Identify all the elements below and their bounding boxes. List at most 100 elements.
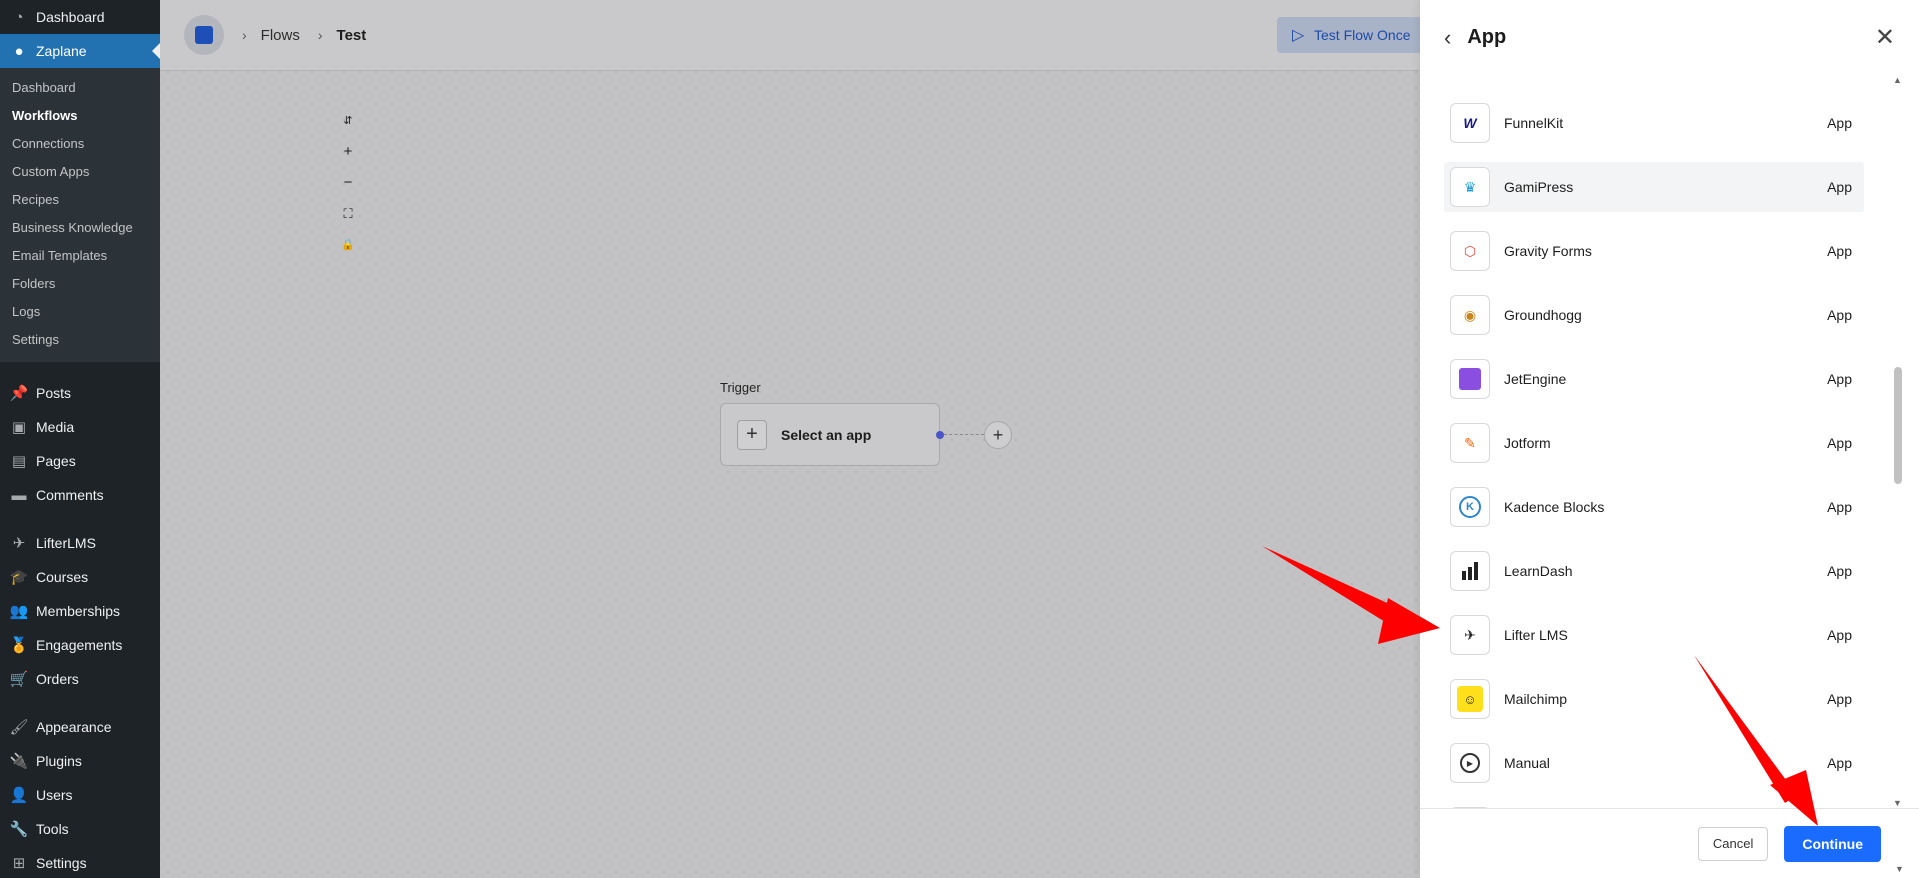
dashboard-icon: ◔	[14, 8, 24, 26]
pin-icon: 📌	[9, 385, 29, 402]
submenu-folders[interactable]: Folders	[0, 270, 160, 298]
jetengine-icon	[1450, 359, 1490, 399]
learndash-icon	[1450, 551, 1490, 591]
lifterlms-icon: ✈	[12, 535, 26, 552]
app-list-scrollbar[interactable]: ▲ ▼	[1892, 75, 1904, 808]
menu-media[interactable]: ▣ Media	[0, 410, 160, 444]
zaplane-icon: ●	[14, 42, 24, 60]
zaplane-logo[interactable]	[184, 15, 224, 55]
groundhogg-icon: ◉	[1450, 295, 1490, 335]
wp-admin-sidebar: ◔ Dashboard ● Zaplane Dashboard Workflow…	[0, 0, 160, 878]
kadence-icon: K	[1450, 487, 1490, 527]
app-row-funnelkit[interactable]: W FunnelKit App	[1444, 98, 1864, 148]
app-row-jotform[interactable]: ✎ Jotform App	[1444, 418, 1864, 468]
app-row-manual[interactable]: ▶ Manual App	[1444, 738, 1864, 788]
swap-direction-icon[interactable]: ⇵	[337, 105, 359, 136]
submenu-email-templates[interactable]: Email Templates	[0, 242, 160, 270]
menu-courses[interactable]: 🎓 Courses	[0, 560, 160, 594]
submenu-custom-apps[interactable]: Custom Apps	[0, 158, 160, 186]
menu-lifterlms[interactable]: ✈ LifterLMS	[0, 526, 160, 560]
funnelkit-icon: W	[1450, 103, 1490, 143]
menu-tools[interactable]: 🔧 Tools	[0, 812, 160, 846]
play-icon	[1292, 25, 1304, 45]
app-row-gamipress[interactable]: ♛ GamiPress App	[1444, 162, 1864, 212]
breadcrumb-current: Test	[336, 26, 367, 44]
wrench-icon: 🔧	[9, 821, 29, 838]
submenu-connections[interactable]: Connections	[0, 130, 160, 158]
trigger-label: Trigger	[720, 380, 761, 395]
pages-icon: ▤	[11, 453, 27, 470]
lifterlms-icon: ✈	[1450, 615, 1490, 655]
menu-engagements[interactable]: 🏅 Engagements	[0, 628, 160, 662]
test-flow-once-button[interactable]: Test Flow Once	[1277, 17, 1437, 53]
app-row-jetengine[interactable]: JetEngine App	[1444, 354, 1864, 404]
menu-comments[interactable]: ▬ Comments	[0, 478, 160, 512]
close-icon[interactable]: ✕	[1875, 23, 1895, 52]
page-scroll-down-icon[interactable]: ▼	[1895, 864, 1904, 874]
app-list[interactable]: W FunnelKit App ♛ GamiPress App ⬡ Gravit…	[1420, 75, 1900, 808]
lock-icon[interactable]: 🔒	[337, 229, 359, 260]
menu-orders[interactable]: 🛒 Orders	[0, 662, 160, 696]
menu-dashboard[interactable]: ◔ Dashboard	[0, 0, 160, 34]
menu-settings[interactable]: ⊞ Settings	[0, 846, 160, 878]
workflow-topbar: › Flows › Test Test Flow Once	[160, 0, 1437, 71]
submenu-business-knowledge[interactable]: Business Knowledge	[0, 214, 160, 242]
cancel-button[interactable]: Cancel	[1697, 826, 1769, 861]
app-selection-panel: ‹ App ✕ W FunnelKit App ♛ GamiPress App …	[1420, 0, 1919, 878]
media-icon: ▣	[11, 419, 27, 436]
comment-icon: ▬	[11, 486, 27, 504]
sliders-icon: ⊞	[12, 855, 26, 872]
panel-header: ‹ App ✕	[1420, 0, 1919, 75]
app-row-lifter-lms[interactable]: ✈ Lifter LMS App	[1444, 610, 1864, 660]
scroll-down-icon[interactable]: ▼	[1893, 798, 1902, 808]
chevron-right-icon: ›	[317, 27, 323, 43]
scroll-up-icon[interactable]: ▲	[1893, 75, 1902, 85]
zaplane-submenu: Dashboard Workflows Connections Custom A…	[0, 68, 160, 362]
continue-button[interactable]: Continue	[1784, 825, 1881, 862]
gravity-forms-icon: ⬡	[1450, 231, 1490, 271]
fit-view-icon[interactable]: ⛶	[337, 198, 359, 229]
submenu-dashboard[interactable]: Dashboard	[0, 74, 160, 102]
menu-users[interactable]: 👤 Users	[0, 778, 160, 812]
trigger-node-text: Select an app	[781, 426, 872, 443]
connector-handle[interactable]	[936, 431, 944, 439]
scroll-thumb[interactable]	[1894, 367, 1902, 484]
menu-posts[interactable]: 📌 Posts	[0, 376, 160, 410]
workflow-canvas[interactable]: › Flows › Test Test Flow Once ⇵ + − ⛶ 🔒 …	[160, 0, 1437, 878]
panel-title: App	[1467, 26, 1507, 48]
trigger-node[interactable]: + Select an app	[720, 403, 940, 466]
plus-icon: +	[737, 419, 767, 450]
submenu-recipes[interactable]: Recipes	[0, 186, 160, 214]
menu-memberships[interactable]: 👥 Memberships	[0, 594, 160, 628]
mailchimp-icon: ☺	[1450, 679, 1490, 719]
gamipress-icon: ♛	[1450, 167, 1490, 207]
panel-footer: Cancel Continue	[1420, 808, 1919, 878]
app-row-kadence-blocks[interactable]: K Kadence Blocks App	[1444, 482, 1864, 532]
menu-plugins[interactable]: 🔌 Plugins	[0, 744, 160, 778]
jotform-icon: ✎	[1450, 423, 1490, 463]
award-icon: 🏅	[9, 637, 29, 654]
logo-square-icon	[195, 26, 213, 44]
zoom-out-icon[interactable]: −	[337, 167, 359, 198]
submenu-workflows[interactable]: Workflows	[0, 102, 160, 130]
chevron-left-icon[interactable]: ‹	[1444, 25, 1451, 51]
breadcrumb-flows[interactable]: Flows	[261, 27, 300, 44]
menu-pages[interactable]: ▤ Pages	[0, 444, 160, 478]
canvas-toolbar: ⇵ + − ⛶ 🔒	[337, 105, 359, 260]
menu-appearance[interactable]: 🖌 Appearance	[0, 710, 160, 744]
chevron-right-icon: ›	[242, 27, 247, 43]
app-row-mailchimp[interactable]: ☺ Mailchimp App	[1444, 674, 1864, 724]
menu-separator	[0, 362, 160, 376]
app-row-groundhogg[interactable]: ◉ Groundhogg App	[1444, 290, 1864, 340]
menu-separator	[0, 512, 160, 526]
app-row-learndash[interactable]: LearnDash App	[1444, 546, 1864, 596]
groups-icon: 👥	[9, 603, 29, 620]
zoom-in-icon[interactable]: +	[337, 136, 359, 167]
submenu-settings[interactable]: Settings	[0, 326, 160, 354]
add-step-button[interactable]: +	[984, 421, 1012, 449]
connector-line	[944, 434, 984, 435]
app-row-gravity-forms[interactable]: ⬡ Gravity Forms App	[1444, 226, 1864, 276]
user-icon: 👤	[9, 787, 29, 804]
submenu-logs[interactable]: Logs	[0, 298, 160, 326]
menu-zaplane[interactable]: ● Zaplane	[0, 34, 160, 68]
